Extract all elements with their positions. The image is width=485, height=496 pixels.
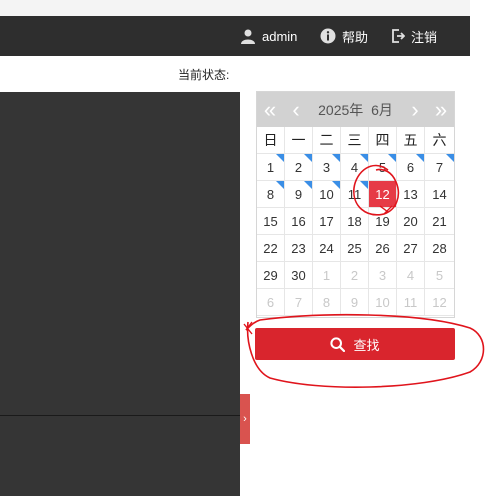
day-cell[interactable]: 19 — [369, 208, 397, 235]
week-row: 22 23 24 25 26 27 28 — [257, 235, 454, 262]
day-cell[interactable]: 2 — [285, 154, 313, 181]
double-chevron-right-icon: » — [434, 96, 448, 122]
day-cell[interactable]: 17 — [313, 208, 341, 235]
weekday-label: 日 — [257, 127, 285, 154]
weekday-label: 四 — [369, 127, 397, 154]
day-cell[interactable]: 13 — [397, 181, 425, 208]
day-cell[interactable]: 20 — [397, 208, 425, 235]
day-cell-next-month[interactable]: 3 — [369, 262, 397, 289]
week-row: 29 30 1 2 3 4 5 — [257, 262, 454, 289]
day-cell[interactable]: 10 — [313, 181, 341, 208]
weekday-row: 日 一 二 三 四 五 六 — [257, 127, 454, 154]
day-cell-next-month[interactable]: 8 — [313, 289, 341, 316]
day-cell[interactable]: 16 — [285, 208, 313, 235]
calendar-grid: 日 一 二 三 四 五 六 1 2 3 4 5 6 7 8 9 10 11 12… — [257, 127, 454, 316]
user-icon — [241, 29, 255, 44]
day-cell[interactable]: 4 — [341, 154, 369, 181]
day-cell-next-month[interactable]: 1 — [313, 262, 341, 289]
day-cell-next-month[interactable]: 11 — [397, 289, 425, 316]
panel-toggle-button[interactable]: › — [240, 394, 250, 444]
top-strip — [0, 0, 470, 16]
video-panel-lower[interactable] — [0, 416, 240, 496]
double-chevron-left-icon: « — [263, 96, 277, 122]
help-label: 帮助 — [342, 29, 369, 45]
day-cell[interactable]: 21 — [425, 208, 454, 235]
weekday-label: 一 — [285, 127, 313, 154]
weekday-label: 六 — [425, 127, 454, 154]
chevron-right-icon: › — [411, 96, 419, 122]
search-icon — [330, 336, 346, 352]
day-cell[interactable]: 30 — [285, 262, 313, 289]
day-cell[interactable]: 3 — [313, 154, 341, 181]
week-row: 15 16 17 18 19 20 21 — [257, 208, 454, 235]
prev-year-button[interactable]: « — [257, 92, 283, 127]
next-month-button[interactable]: › — [402, 92, 428, 127]
chevron-left-icon: ‹ — [292, 96, 300, 122]
top-header: admin 帮助 注销 — [0, 16, 470, 56]
day-cell[interactable]: 6 — [397, 154, 425, 181]
day-cell-next-month[interactable]: 9 — [341, 289, 369, 316]
current-status-label: 当前状态: — [178, 68, 230, 82]
day-cell[interactable]: 29 — [257, 262, 285, 289]
day-cell-next-month[interactable]: 6 — [257, 289, 285, 316]
day-cell-next-month[interactable]: 2 — [341, 262, 369, 289]
calendar-month-title: 2025年 6月 — [318, 101, 393, 118]
chevron-right-icon: › — [243, 413, 247, 425]
day-cell-next-month[interactable]: 4 — [397, 262, 425, 289]
day-cell[interactable]: 8 — [257, 181, 285, 208]
day-cell[interactable]: 7 — [425, 154, 454, 181]
calendar-header: « ‹ 2025年 6月 › » — [257, 92, 454, 127]
user-menu[interactable]: admin — [240, 16, 297, 56]
day-cell[interactable]: 27 — [397, 235, 425, 262]
day-cell[interactable]: 25 — [341, 235, 369, 262]
next-year-button[interactable]: » — [428, 92, 454, 127]
logout-link[interactable]: 注销 — [391, 16, 437, 56]
calendar: « ‹ 2025年 6月 › » 日 一 二 三 四 五 六 1 2 3 4 5… — [256, 91, 455, 318]
day-cell-next-month[interactable]: 7 — [285, 289, 313, 316]
day-cell[interactable]: 1 — [257, 154, 285, 181]
user-name: admin — [262, 28, 298, 44]
help-link[interactable]: 帮助 — [320, 16, 368, 56]
info-icon — [320, 28, 336, 44]
day-cell[interactable]: 11 — [341, 181, 369, 208]
search-button[interactable]: 查找 — [255, 328, 455, 360]
video-panel[interactable] — [0, 92, 240, 415]
day-cell[interactable]: 14 — [425, 181, 454, 208]
search-button-label: 查找 — [353, 337, 380, 353]
day-cell[interactable]: 15 — [257, 208, 285, 235]
week-row: 8 9 10 11 12 13 14 — [257, 181, 454, 208]
day-cell[interactable]: 26 — [369, 235, 397, 262]
weekday-label: 三 — [341, 127, 369, 154]
logout-icon — [392, 29, 405, 43]
day-cell[interactable]: 28 — [425, 235, 454, 262]
day-cell[interactable]: 23 — [285, 235, 313, 262]
day-cell[interactable]: 24 — [313, 235, 341, 262]
weekday-label: 二 — [313, 127, 341, 154]
day-cell[interactable]: 22 — [257, 235, 285, 262]
day-cell-selected[interactable]: 12 — [369, 181, 397, 208]
logout-label: 注销 — [411, 29, 438, 45]
day-cell-next-month[interactable]: 5 — [425, 262, 454, 289]
weekday-label: 五 — [397, 127, 425, 154]
week-row: 1 2 3 4 5 6 7 — [257, 154, 454, 181]
day-cell[interactable]: 9 — [285, 181, 313, 208]
day-cell[interactable]: 5 — [369, 154, 397, 181]
prev-month-button[interactable]: ‹ — [283, 92, 309, 127]
day-cell[interactable]: 18 — [341, 208, 369, 235]
day-cell-next-month[interactable]: 12 — [425, 289, 454, 316]
week-row: 6 7 8 9 10 11 12 — [257, 289, 454, 316]
day-cell-next-month[interactable]: 10 — [369, 289, 397, 316]
